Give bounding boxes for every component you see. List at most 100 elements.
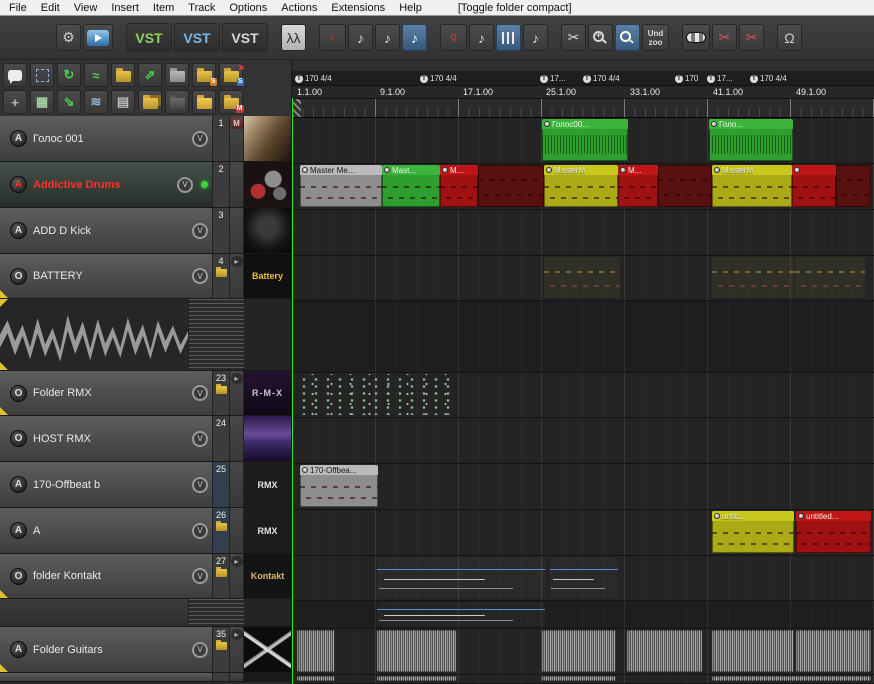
volume-knob[interactable]: V — [192, 522, 208, 539]
arrange-lane-35[interactable] — [292, 629, 874, 675]
waves-button[interactable]: ≋ — [84, 90, 108, 114]
vst-button-1[interactable]: VST — [126, 23, 172, 52]
media-item[interactable] — [712, 630, 794, 672]
arrange-lane-26[interactable]: untit... untitled... — [292, 510, 874, 556]
track-record-icon[interactable]: A — [10, 476, 27, 493]
menu-options[interactable]: Options — [222, 2, 274, 14]
vst-button-3[interactable]: VST — [222, 23, 268, 52]
track-record-icon[interactable]: O — [10, 567, 27, 585]
tempo-marker[interactable]: T 170 — [675, 74, 698, 83]
track-control-23[interactable]: O Folder RMX V — [0, 371, 213, 415]
track-control-4[interactable]: O BATTERY V — [0, 254, 213, 298]
folder-compact-button[interactable]: ▸ — [230, 256, 243, 267]
menu-actions[interactable]: Actions — [274, 2, 324, 14]
media-item[interactable]: Голос00... — [542, 119, 628, 161]
note-flag-button[interactable]: ♪ — [469, 24, 494, 51]
tempo-marker[interactable]: T 170 4/4 — [295, 74, 332, 83]
zoom-in-button[interactable] — [588, 24, 613, 51]
menu-edit[interactable]: Edit — [34, 2, 67, 14]
media-item[interactable]: Голо... — [709, 119, 793, 161]
media-item[interactable] — [542, 630, 616, 672]
arrange-lane-25[interactable]: 170-Offbea... — [292, 464, 874, 510]
track-record-icon[interactable]: A — [10, 130, 27, 147]
cut-red-button-1[interactable]: ✂ — [712, 24, 737, 51]
menu-toggle-folder-compact[interactable]: [Toggle folder compact] — [451, 2, 579, 14]
undo-zoom-button[interactable]: Und zoo — [642, 24, 669, 51]
midi-notes-button[interactable] — [496, 24, 521, 51]
record-mode-logo-button[interactable]: e — [319, 24, 346, 51]
media-item[interactable] — [836, 165, 871, 207]
grid-button[interactable]: ▦ — [30, 90, 54, 114]
menu-help[interactable]: Help — [392, 2, 429, 14]
mute-button[interactable]: M — [230, 118, 243, 129]
folder-edit-button[interactable] — [111, 63, 135, 87]
menu-track[interactable]: Track — [181, 2, 222, 14]
track-record-icon[interactable]: A — [10, 522, 27, 539]
tick-ruler[interactable] — [292, 98, 874, 118]
media-item[interactable]: M... — [618, 165, 658, 207]
timeline-ruler[interactable]: 1.1.00 9.1.00 17.1.00 25.1.00 33.1.00 41.1.00… — [292, 85, 874, 98]
track-control-35[interactable]: A Folder Guitars V — [0, 627, 213, 672]
arrange-lane-24[interactable] — [292, 418, 874, 464]
track-record-icon[interactable]: O — [10, 384, 27, 402]
track-control-1[interactable]: A Голос 001 V — [0, 116, 213, 161]
media-item[interactable] — [792, 165, 836, 207]
grid-alt-button[interactable]: ▤ — [111, 90, 135, 114]
note-input-button-2[interactable]: ♪ — [375, 24, 400, 51]
media-item[interactable]: M... — [440, 165, 478, 207]
note-input-button-3[interactable]: ♪ — [402, 24, 427, 51]
cut-red-button-2[interactable]: ✂ — [739, 24, 764, 51]
track-control-3[interactable]: A ADD D Kick V — [0, 208, 213, 253]
crosshair-button[interactable]: + — [3, 90, 27, 114]
media-item[interactable] — [544, 257, 620, 298]
volume-knob[interactable]: V — [192, 568, 208, 584]
track-control-25[interactable]: A 170-Offbeat b V — [0, 462, 213, 507]
tempo-marker[interactable]: T 17... — [540, 74, 566, 83]
folder-bright-button[interactable] — [192, 90, 216, 114]
tempo-marker[interactable]: T 170 4/4 — [583, 74, 620, 83]
media-item[interactable] — [795, 257, 865, 298]
render-export-button[interactable]: ⇗ — [138, 63, 162, 87]
volume-knob[interactable]: V — [192, 130, 208, 147]
menu-file[interactable]: File — [2, 2, 34, 14]
volume-knob[interactable]: V — [192, 641, 208, 658]
global-settings-button[interactable]: ⚙ — [56, 24, 81, 51]
arrange-lane-partial[interactable] — [292, 675, 874, 684]
snap-magnet-button[interactable]: Ω — [777, 24, 802, 51]
media-item[interactable] — [542, 676, 616, 681]
arrange-lane-3[interactable] — [292, 210, 874, 256]
media-item[interactable] — [712, 676, 871, 681]
volume-knob[interactable]: V — [192, 268, 208, 284]
volume-knob[interactable]: V — [192, 385, 208, 401]
media-item[interactable] — [377, 630, 457, 672]
menu-insert[interactable]: Insert — [104, 2, 146, 14]
arrange-lane-23[interactable] — [292, 373, 874, 418]
arrange-lane-4[interactable] — [292, 256, 874, 301]
tempo-marker[interactable]: T 170 4/4 — [420, 74, 457, 83]
note-small-button[interactable]: ♪ — [523, 24, 548, 51]
marquee-select-button[interactable] — [30, 63, 54, 87]
media-item[interactable] — [377, 676, 457, 681]
media-item[interactable] — [297, 676, 335, 681]
notes-chat-button[interactable] — [3, 63, 27, 87]
track-record-icon[interactable]: O — [10, 430, 27, 447]
loop-toggle-button[interactable]: ↻ — [57, 63, 81, 87]
track-record-icon[interactable]: O — [10, 267, 27, 285]
track-control-2[interactable]: A Addictive Drums V — [0, 162, 213, 207]
arrange-lane-spacer[interactable] — [292, 601, 874, 629]
tempo-marker-ruler[interactable]: T 170 4/4 T 170 4/4 T 17... T 170 4/4 T 170 T 17...… — [292, 72, 874, 85]
media-item[interactable] — [377, 557, 545, 598]
menu-extensions[interactable]: Extensions — [324, 2, 392, 14]
track-record-icon[interactable]: A — [10, 641, 27, 658]
media-item[interactable] — [712, 257, 794, 298]
tempo-marker[interactable]: T 170 4/4 — [750, 74, 787, 83]
tempo-marker[interactable]: T 17... — [707, 74, 733, 83]
media-item[interactable] — [297, 630, 335, 672]
vst-button-2[interactable]: VST — [174, 23, 220, 52]
folder-compact-button[interactable]: ▸ — [230, 556, 243, 567]
media-item[interactable]: untitled... — [796, 511, 871, 553]
folder-mute-button[interactable]: M — [219, 90, 244, 114]
volume-knob[interactable]: V — [177, 176, 193, 193]
import-media-button[interactable]: ⇘ — [57, 90, 81, 114]
folder-save-button[interactable]: S — [192, 63, 217, 87]
